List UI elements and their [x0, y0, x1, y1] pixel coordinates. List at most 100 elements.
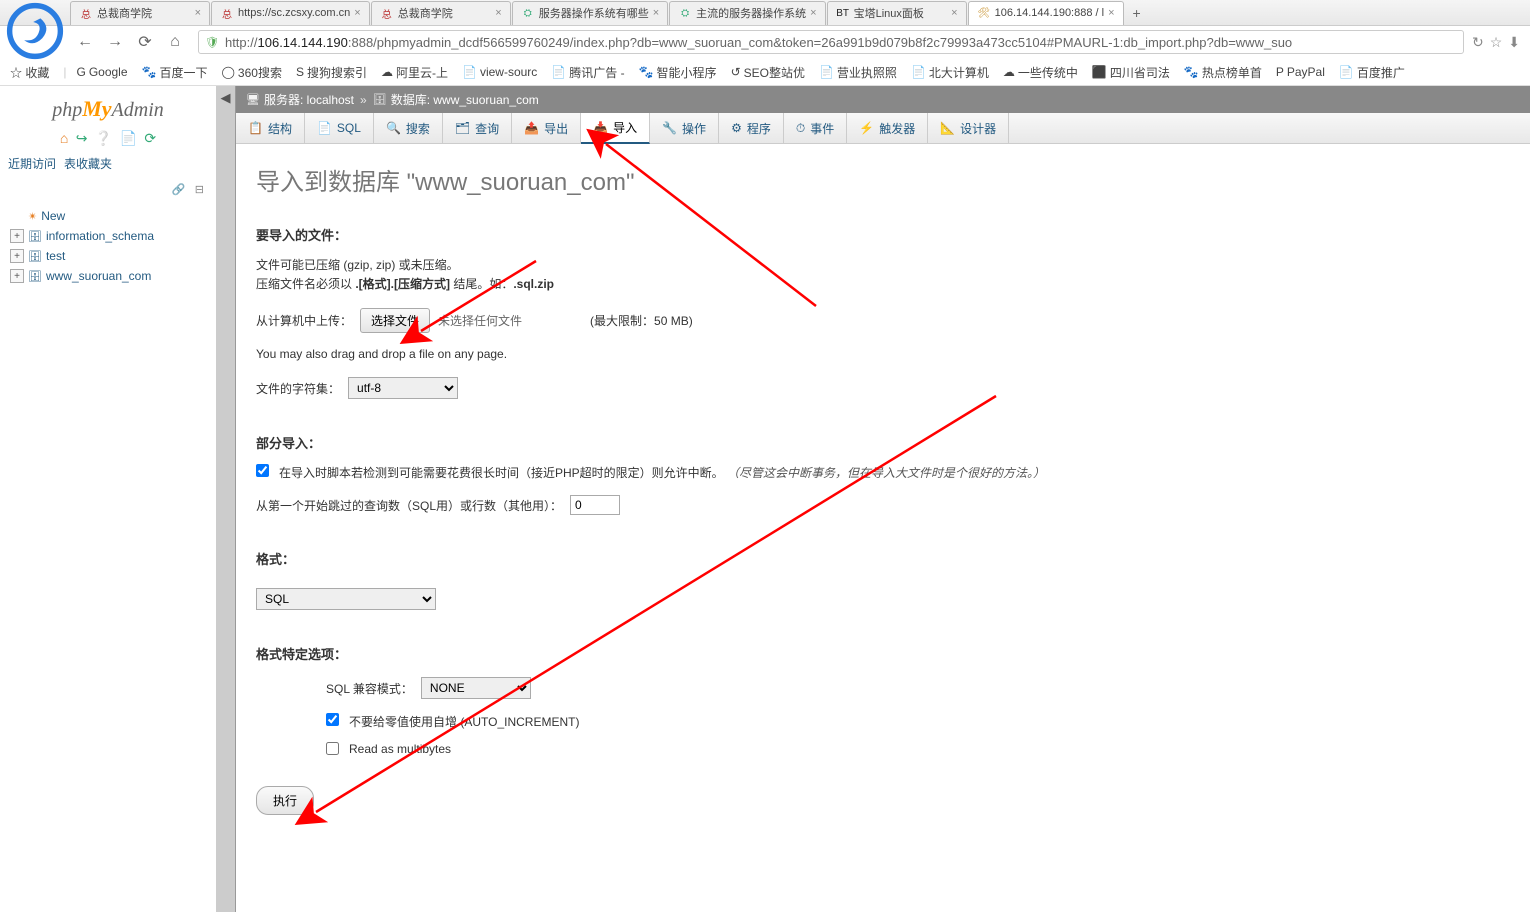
bookmark-item[interactable]: ◯360搜索	[221, 64, 281, 81]
download-icon[interactable]: ⬇	[1508, 34, 1520, 51]
bookmarks-star[interactable]: ☆ 收藏	[10, 64, 49, 81]
top-tab-设计器[interactable]: 📐设计器	[928, 113, 1009, 143]
top-tab-查询[interactable]: 🗂 查询	[443, 113, 512, 143]
bookmark-item[interactable]: 📄营业执照照	[819, 64, 897, 81]
sql-icon[interactable]: 📄	[120, 130, 137, 146]
tab-label: 查询	[475, 120, 499, 137]
browser-tab[interactable]: ⛭主流的服务器操作系统×	[669, 1, 825, 25]
new-tab-button[interactable]: +	[1125, 5, 1149, 21]
db-tree-node[interactable]: +🗄www_suoruan_com	[8, 266, 208, 286]
sidebar: phpMyAdmin ⌂ ↪ ❔ 📄 ⟳ 近期访问 表收藏夹 🔗 ⊟ ✴New+…	[0, 86, 216, 912]
browser-tab[interactable]: 总总裁商学院×	[371, 1, 511, 25]
bookmark-item[interactable]: PPayPal	[1276, 65, 1325, 79]
bookmark-item[interactable]: 📄view-sourc	[462, 65, 537, 79]
multibytes-checkbox[interactable]	[326, 742, 339, 755]
bookmark-icon: 📄	[462, 65, 477, 79]
autoincrement-checkbox[interactable]	[326, 713, 339, 726]
close-icon[interactable]: ×	[653, 7, 659, 19]
server-icon: 🖥	[246, 93, 260, 106]
close-icon[interactable]: ×	[1108, 7, 1114, 19]
close-icon[interactable]: ×	[810, 7, 816, 19]
bookmark-item[interactable]: GGoogle	[76, 65, 127, 79]
collapse-icon[interactable]: ⊟	[195, 184, 204, 196]
bookmark-item[interactable]: 🐾热点榜单首	[1184, 64, 1262, 81]
browser-tab[interactable]: ⛭服务器操作系统有哪些×	[512, 1, 668, 25]
tab-icon: 🗂	[455, 121, 470, 135]
top-tab-导出[interactable]: 📤导出	[512, 113, 581, 143]
bookmark-item[interactable]: ☁阿里云-上	[381, 64, 448, 81]
tab-label: 事件	[810, 120, 834, 137]
db-tree-node[interactable]: ✴New	[8, 206, 208, 226]
compress-hint2: 压缩文件名必须以 .[格式].[压缩方式] 结尾。如：.sql.zip	[256, 275, 1510, 294]
top-tab-触发器[interactable]: ⚡触发器	[847, 113, 928, 143]
bookmark-icon: ↺	[731, 65, 741, 79]
top-tab-导入[interactable]: 📥导入	[581, 113, 650, 144]
home-button[interactable]: ⌂	[163, 30, 187, 54]
home-icon[interactable]: ⌂	[60, 130, 68, 146]
close-icon[interactable]: ×	[951, 7, 957, 19]
browser-tab[interactable]: 🛠106.14.144.190:888 / l×	[968, 1, 1124, 25]
forward-button[interactable]: →	[103, 30, 127, 54]
bookmark-item[interactable]: 📄百度推广	[1339, 64, 1405, 81]
bookmark-icon: ⬛	[1092, 65, 1107, 79]
link-icon[interactable]: 🔗	[172, 184, 186, 196]
expand-icon[interactable]: +	[10, 249, 24, 263]
bookmark-item[interactable]: 📄腾讯广告 -	[551, 64, 624, 81]
options-section-title: 格式特定选项：	[256, 644, 1510, 663]
dragdrop-hint: You may also drag and drop a file on any…	[256, 347, 1510, 361]
close-icon[interactable]: ×	[495, 7, 501, 19]
favorites-tab[interactable]: 表收藏夹	[64, 155, 112, 172]
server-link[interactable]: localhost	[307, 93, 354, 107]
splitter-handle[interactable]: ◀	[216, 86, 236, 912]
sidebar-quick-icons: ⌂ ↪ ❔ 📄 ⟳	[8, 126, 208, 155]
expand-icon[interactable]: +	[10, 229, 24, 243]
bookmark-item[interactable]: S搜狗搜索引	[296, 64, 367, 81]
back-button[interactable]: ←	[73, 30, 97, 54]
tab-label: 触发器	[879, 120, 915, 137]
collapse-arrow-icon: ◀	[221, 90, 231, 106]
db-tree-node[interactable]: +🗄information_schema	[8, 226, 208, 246]
bookmark-item[interactable]: 📄北大计算机	[911, 64, 989, 81]
new-db-icon: ✴	[28, 210, 37, 223]
docs-icon[interactable]: ❔	[95, 130, 112, 146]
browser-tab[interactable]: 总https://sc.zcsxy.com.cn×	[211, 1, 370, 25]
db-tree-node[interactable]: +🗄test	[8, 246, 208, 266]
bookmark-item[interactable]: 🐾智能小程序	[639, 64, 717, 81]
compat-select[interactable]: NONE	[421, 677, 531, 699]
charset-select[interactable]: utf-8	[348, 377, 458, 399]
bookmark-item[interactable]: ☁一些传统中	[1003, 64, 1078, 81]
browser-tab[interactable]: BT宝塔Linux面板×	[827, 1, 967, 25]
reload-button[interactable]: ⟳	[133, 30, 157, 54]
top-tab-搜索[interactable]: 🔍搜索	[374, 113, 443, 143]
tab-icon: 🔍	[386, 121, 401, 135]
choose-file-button[interactable]: 选择文件	[360, 308, 430, 333]
logout-icon[interactable]: ↪	[76, 130, 88, 146]
reload-icon[interactable]: ⟳	[144, 130, 156, 146]
top-tab-程序[interactable]: ⚙程序	[719, 113, 784, 143]
bookmark-icon: 📄	[819, 65, 834, 79]
bookmark-item[interactable]: 🐾百度一下	[142, 64, 208, 81]
phpmyadmin-logo[interactable]: phpMyAdmin	[8, 90, 208, 126]
tab-icon: 📤	[524, 121, 539, 135]
interrupt-checkbox[interactable]	[256, 464, 269, 477]
skip-input[interactable]	[570, 495, 620, 515]
refresh-icon[interactable]: ↻	[1472, 34, 1484, 51]
submit-button[interactable]: 执行	[256, 786, 314, 815]
top-tab-SQL[interactable]: 📄SQL	[305, 113, 374, 143]
tab-icon: ⏱	[796, 121, 805, 136]
top-tab-结构[interactable]: 📋结构	[236, 113, 305, 143]
db-link[interactable]: www_suoruan_com	[433, 93, 538, 107]
top-tab-操作[interactable]: 🔧操作	[650, 113, 719, 143]
browser-tab[interactable]: 总总裁商学院×	[70, 1, 210, 25]
bookmark-item[interactable]: ↺SEO整站优	[731, 64, 805, 81]
recent-tab[interactable]: 近期访问	[8, 155, 56, 172]
url-input[interactable]: 🛡 http://106.14.144.190:888/phpmyadmin_d…	[198, 30, 1464, 54]
expand-icon[interactable]: +	[10, 269, 24, 283]
top-tab-事件[interactable]: ⏱ 事件	[784, 113, 847, 143]
close-icon[interactable]: ×	[354, 7, 360, 19]
format-select[interactable]: SQL	[256, 588, 436, 610]
close-icon[interactable]: ×	[195, 7, 201, 19]
favicon-icon: BT	[836, 6, 850, 20]
bookmark-item[interactable]: ⬛四川省司法	[1092, 64, 1170, 81]
star-icon[interactable]: ☆	[1490, 34, 1503, 51]
